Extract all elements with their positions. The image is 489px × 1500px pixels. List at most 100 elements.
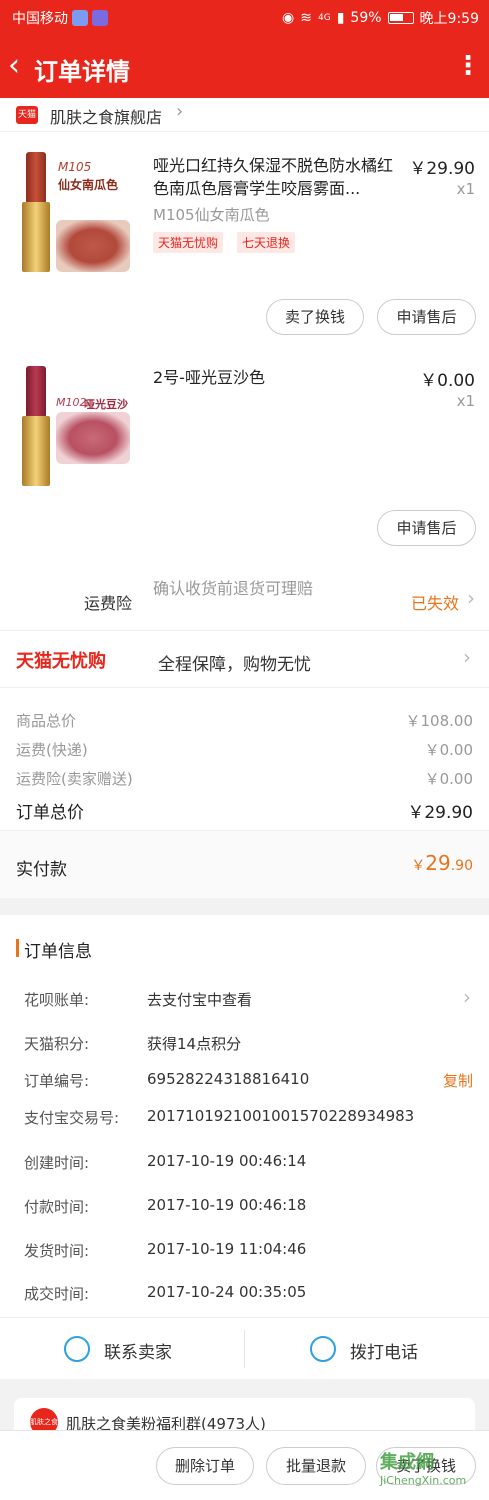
order-number: 69528224318816410 <box>147 1070 310 1088</box>
info-key: 天猫积分: <box>24 1035 90 1053</box>
watermark-sub: JiChengXin.com <box>380 1474 467 1487</box>
tag-badge: 七天退换 <box>237 232 296 253</box>
chevron-right-icon: › <box>463 645 471 669</box>
lipstick-bullet <box>26 152 46 204</box>
product-list: M105 仙女南瓜色 哑光口红持久保湿不脱色防水橘红色南瓜色唇膏学生咬唇雾面..… <box>0 132 489 572</box>
product-price: ￥0.00 <box>420 371 475 391</box>
info-key: 发货时间: <box>24 1242 90 1260</box>
huabei-link[interactable]: 去支付宝中查看 <box>147 989 252 1010</box>
phone-icon <box>310 1336 336 1362</box>
info-key: 订单编号: <box>24 1072 90 1090</box>
product-sku: M105仙女南瓜色 <box>153 206 270 224</box>
chevron-right-icon[interactable]: › <box>463 985 471 1009</box>
insurance-desc: 确认收货前退货可理赔 <box>153 579 314 598</box>
info-value: 2017-10-24 00:35:05 <box>147 1283 307 1301</box>
header: ‹ 订单详情 ⋮ <box>0 40 489 92</box>
order-total-value: ￥29.90 <box>407 803 473 823</box>
info-value: 2017-10-19 11:04:46 <box>147 1240 307 1258</box>
info-key: 花呗账单: <box>24 991 90 1009</box>
eye-icon: ◉ <box>282 10 295 26</box>
batch-refund-button[interactable]: 批量退款 <box>266 1447 366 1485</box>
battery-percent: 59% <box>350 10 382 26</box>
page-title: 订单详情 <box>34 58 130 86</box>
guarantee-text: 全程保障，购物无忧 <box>158 655 311 675</box>
product-qty: x1 <box>456 392 475 410</box>
guarantee-row[interactable]: 天猫无忧购 全程保障，购物无忧 › <box>0 630 489 688</box>
signal-icon: ▮ <box>336 10 345 26</box>
thumb-code: M102 <box>56 396 87 409</box>
chat-icon <box>64 1336 90 1362</box>
shop-name: 肌肤之食旗舰店 <box>50 108 163 127</box>
battery-icon <box>387 12 414 24</box>
shop-row[interactable]: 天猫 肌肤之食旗舰店 › <box>0 98 489 132</box>
shipping-value: ￥0.00 <box>424 741 473 759</box>
info-value: 获得14点积分 <box>147 1035 242 1053</box>
product-price: ￥29.90 <box>409 159 475 179</box>
paid-decimal: .90 <box>450 858 473 874</box>
goods-total-label: 商品总价 <box>16 712 77 730</box>
info-value: 2017-10-19 00:46:14 <box>147 1152 307 1170</box>
paid-label: 实付款 <box>16 860 67 880</box>
top-bar: 中国移动 ◉ ≋ 4G ▮ 59% 晚上9:59 ‹ 订单详情 ⋮ <box>0 0 489 98</box>
tmall-worry-free-logo: 天猫无忧购 <box>16 651 106 672</box>
info-key: 支付宝交易号: <box>24 1109 120 1127</box>
section-title: 订单信息 <box>24 942 92 962</box>
carrier-label: 中国移动 <box>12 11 68 27</box>
currency-symbol: ￥ <box>411 858 426 874</box>
watermark-main: 集成網 <box>380 1452 434 1473</box>
contact-row: 联系卖家 拨打电话 <box>0 1317 489 1379</box>
thumb-code: M105 <box>58 160 92 174</box>
after-sale-button[interactable]: 申请售后 <box>377 510 476 546</box>
product-title[interactable]: 哑光口红持久保湿不脱色防水橘红色南瓜色唇膏学生咬唇雾面... <box>153 154 405 200</box>
product-qty: x1 <box>456 180 475 198</box>
product-thumbnail[interactable]: M105 仙女南瓜色 <box>20 152 130 272</box>
product-title[interactable]: 2号-哑光豆沙色 <box>153 366 405 389</box>
order-info: 订单信息 花呗账单: 去支付宝中查看 › 天猫积分: 获得14点积分 订单编号:… <box>0 915 489 1317</box>
wifi-icon: ≋ <box>300 10 312 26</box>
tmall-badge-icon: 天猫 <box>16 106 38 124</box>
contact-seller-label: 联系卖家 <box>104 1343 172 1363</box>
status-bar: 中国移动 ◉ ≋ 4G ▮ 59% 晚上9:59 <box>0 0 489 34</box>
shipping-label: 运费(快递) <box>16 741 88 759</box>
lip-photo <box>56 412 130 464</box>
chevron-right-icon: › <box>467 586 475 610</box>
lip-photo <box>56 220 130 272</box>
call-label: 拨打电话 <box>350 1343 418 1363</box>
app-notification-icon <box>92 10 108 26</box>
order-total-label: 订单总价 <box>16 803 84 823</box>
insurance-label: 运费险 <box>84 594 133 613</box>
watermark-logo: 集成網 JiChengXin.com <box>380 1448 480 1496</box>
insurance-fee-label: 运费险(卖家赠送) <box>16 770 133 788</box>
alipay-trade-number: 2017101921001001570228934983 <box>147 1107 415 1125</box>
tag-badge: 天猫无忧购 <box>153 232 224 253</box>
lipstick-tube <box>22 416 50 486</box>
info-key: 成交时间: <box>24 1285 90 1303</box>
delete-order-button[interactable]: 删除订单 <box>156 1447 254 1485</box>
info-value: 2017-10-19 00:46:18 <box>147 1196 307 1214</box>
insurance-fee-value: ￥0.00 <box>424 770 473 788</box>
sell-exchange-button[interactable]: 卖了换钱 <box>266 299 364 335</box>
section-accent-bar <box>16 939 19 957</box>
app-notification-icon <box>72 10 88 26</box>
copy-button[interactable]: 复制 <box>443 1070 473 1091</box>
after-sale-button[interactable]: 申请售后 <box>377 299 476 335</box>
paid-amount: ￥29.90 <box>411 851 473 875</box>
contact-seller-button[interactable]: 联系卖家 <box>0 1318 244 1380</box>
chevron-right-icon: › <box>176 101 184 122</box>
lipstick-bullet <box>26 366 46 418</box>
product-thumbnail[interactable]: M102 哑光豆沙色 <box>20 366 130 486</box>
insurance-status: 已失效 <box>410 594 459 613</box>
more-options-icon[interactable]: ⋮ <box>455 50 481 82</box>
thumb-name: 仙女南瓜色 <box>58 178 119 192</box>
lipstick-tube <box>22 202 50 272</box>
info-key: 付款时间: <box>24 1198 90 1216</box>
info-key: 创建时间: <box>24 1154 90 1172</box>
goods-total-value: ￥108.00 <box>405 712 474 730</box>
call-button[interactable]: 拨打电话 <box>245 1318 489 1380</box>
paid-integer: 29 <box>425 851 451 875</box>
shipping-insurance-row[interactable]: 运费险 确认收货前退货可理赔 已失效 › <box>0 572 489 630</box>
price-breakdown: 商品总价 ￥108.00 运费(快递) ￥0.00 运费险(卖家赠送) ￥0.0… <box>0 688 489 830</box>
network-label: 4G <box>318 13 331 23</box>
clock: 晚上9:59 <box>419 11 479 27</box>
paid-row: 实付款 ￥29.90 <box>0 830 489 898</box>
